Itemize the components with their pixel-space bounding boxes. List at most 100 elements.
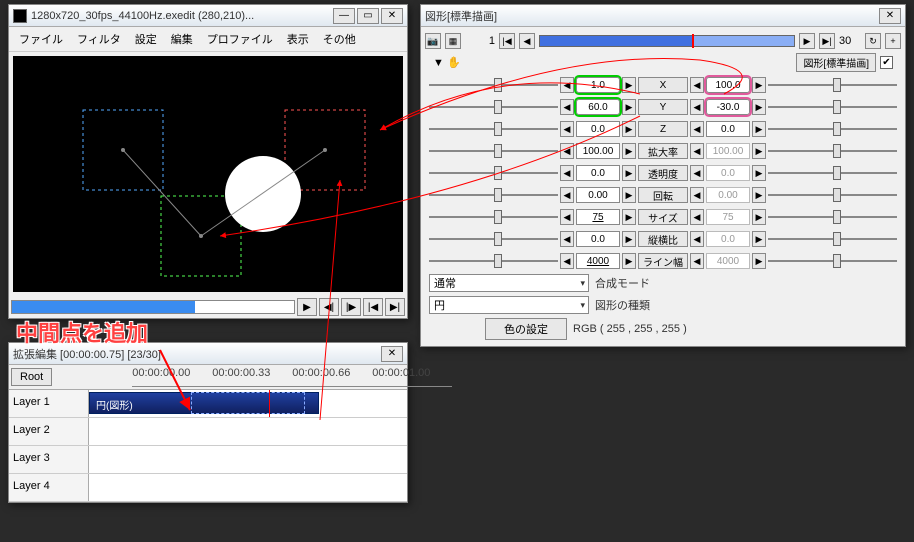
layer-track-1[interactable]: 円(図形)	[89, 390, 407, 417]
value-left[interactable]: 0.0	[576, 121, 620, 137]
value-right[interactable]: 100.0	[706, 77, 750, 93]
value-right[interactable]: 0.00	[706, 187, 750, 203]
step-fwd-button[interactable]: |▶	[341, 298, 361, 316]
layer-label[interactable]: Layer 1	[9, 390, 89, 417]
props-titlebar[interactable]: 図形[標準描画] ✕	[421, 5, 905, 27]
slider-left[interactable]	[429, 209, 558, 225]
dec-right-button[interactable]: ◀	[690, 187, 704, 203]
value-right[interactable]: 100.00	[706, 143, 750, 159]
inc-left-button[interactable]: ▶	[622, 231, 636, 247]
layer-track-3[interactable]	[89, 446, 407, 473]
menu-edit[interactable]: 編集	[165, 29, 199, 49]
inc-right-button[interactable]: ▶	[752, 99, 766, 115]
inc-left-button[interactable]: ▶	[622, 253, 636, 269]
frame-prev-button[interactable]: ◀	[519, 33, 535, 49]
dec-left-button[interactable]: ◀	[560, 143, 574, 159]
param-label[interactable]: サイズ	[638, 209, 688, 225]
value-left[interactable]: 1.0	[576, 77, 620, 93]
slider-left[interactable]	[429, 99, 558, 115]
value-right[interactable]: -30.0	[706, 99, 750, 115]
inc-left-button[interactable]: ▶	[622, 209, 636, 225]
menu-view[interactable]: 表示	[281, 29, 315, 49]
shape-combo[interactable]: 円	[429, 296, 589, 314]
timeline-titlebar[interactable]: 拡張編集 [00:00:00.75] [23/30] ✕	[9, 343, 407, 365]
time-ruler[interactable]: 00:00:00.00 00:00:00.33 00:00:00.66 00:0…	[132, 367, 452, 387]
dec-left-button[interactable]: ◀	[560, 209, 574, 225]
step-back-button[interactable]: ◀|	[319, 298, 339, 316]
progress-bar[interactable]	[11, 300, 295, 314]
slider-right[interactable]	[768, 77, 897, 93]
slider-right[interactable]	[768, 253, 897, 269]
param-label[interactable]: ライン幅	[638, 253, 688, 269]
inc-right-button[interactable]: ▶	[752, 121, 766, 137]
dec-left-button[interactable]: ◀	[560, 99, 574, 115]
props-close-button[interactable]: ✕	[879, 8, 901, 24]
inc-right-button[interactable]: ▶	[752, 77, 766, 93]
value-left[interactable]: 4000	[576, 253, 620, 269]
inc-right-button[interactable]: ▶	[752, 231, 766, 247]
inc-right-button[interactable]: ▶	[752, 165, 766, 181]
slider-right[interactable]	[768, 99, 897, 115]
skip-start-button[interactable]: |◀	[363, 298, 383, 316]
expand-icon[interactable]: ▼ ✋	[433, 56, 461, 69]
preview-canvas[interactable]	[13, 56, 403, 292]
layer-track-2[interactable]	[89, 418, 407, 445]
play-button[interactable]: ▶	[297, 298, 317, 316]
value-right[interactable]: 0.0	[706, 165, 750, 181]
dec-left-button[interactable]: ◀	[560, 231, 574, 247]
layer-track-4[interactable]	[89, 474, 407, 501]
dec-left-button[interactable]: ◀	[560, 187, 574, 203]
value-left[interactable]: 0.00	[576, 187, 620, 203]
inc-left-button[interactable]: ▶	[622, 99, 636, 115]
value-left[interactable]: 75	[576, 209, 620, 225]
layer-label[interactable]: Layer 3	[9, 446, 89, 473]
dec-left-button[interactable]: ◀	[560, 121, 574, 137]
value-left[interactable]: 0.0	[576, 165, 620, 181]
slider-left[interactable]	[429, 253, 558, 269]
inc-right-button[interactable]: ▶	[752, 187, 766, 203]
dec-right-button[interactable]: ◀	[690, 231, 704, 247]
menu-other[interactable]: その他	[317, 29, 362, 49]
blend-combo[interactable]: 通常	[429, 274, 589, 292]
inc-left-button[interactable]: ▶	[622, 165, 636, 181]
close-button[interactable]: ✕	[381, 8, 403, 24]
slider-right[interactable]	[768, 187, 897, 203]
value-left[interactable]: 100.00	[576, 143, 620, 159]
slider-right[interactable]	[768, 209, 897, 225]
slider-right[interactable]	[768, 143, 897, 159]
layer-icon[interactable]: ▦	[445, 33, 461, 49]
value-right[interactable]: 0.0	[706, 231, 750, 247]
refresh-button[interactable]: ↻	[865, 33, 881, 49]
dec-right-button[interactable]: ◀	[690, 209, 704, 225]
frame-first-button[interactable]: |◀	[499, 33, 515, 49]
menu-settings[interactable]: 設定	[129, 29, 163, 49]
camera-icon[interactable]: 📷	[425, 33, 441, 49]
minimize-button[interactable]: —	[333, 8, 355, 24]
slider-left[interactable]	[429, 187, 558, 203]
param-label[interactable]: Y	[638, 99, 688, 115]
layer-label[interactable]: Layer 2	[9, 418, 89, 445]
slider-left[interactable]	[429, 77, 558, 93]
dec-right-button[interactable]: ◀	[690, 77, 704, 93]
inc-left-button[interactable]: ▶	[622, 143, 636, 159]
skip-end-button[interactable]: ▶|	[385, 298, 405, 316]
dec-right-button[interactable]: ◀	[690, 99, 704, 115]
dec-right-button[interactable]: ◀	[690, 121, 704, 137]
frame-next-button[interactable]: ▶	[799, 33, 815, 49]
param-label[interactable]: 回転	[638, 187, 688, 203]
param-label[interactable]: Z	[638, 121, 688, 137]
inc-left-button[interactable]: ▶	[622, 121, 636, 137]
value-left[interactable]: 60.0	[576, 99, 620, 115]
slider-left[interactable]	[429, 143, 558, 159]
slider-left[interactable]	[429, 165, 558, 181]
slider-left[interactable]	[429, 231, 558, 247]
inc-right-button[interactable]: ▶	[752, 143, 766, 159]
inc-left-button[interactable]: ▶	[622, 77, 636, 93]
preview-titlebar[interactable]: 1280x720_30fps_44100Hz.exedit (280,210).…	[9, 5, 407, 27]
dec-right-button[interactable]: ◀	[690, 253, 704, 269]
slider-right[interactable]	[768, 165, 897, 181]
timeline-close-button[interactable]: ✕	[381, 346, 403, 362]
menu-profile[interactable]: プロファイル	[201, 29, 279, 49]
menu-filter[interactable]: フィルタ	[71, 29, 127, 49]
slider-left[interactable]	[429, 121, 558, 137]
